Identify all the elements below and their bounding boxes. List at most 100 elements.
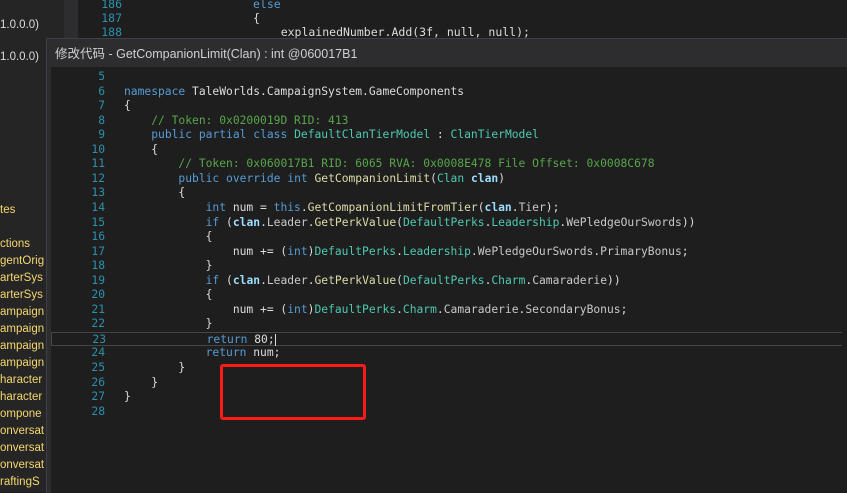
line-number: 26 [91, 375, 105, 389]
tree-item[interactable]: onversat [0, 425, 44, 437]
code-line[interactable]: 17 num += (int)DefaultPerks.Leadership.W… [51, 245, 847, 260]
tree-item[interactable]: gentOrig [0, 255, 44, 267]
line-number: 23 [92, 332, 106, 346]
code-editor[interactable]: 5 6 namespace TaleWorlds.CampaignSystem.Ga… [51, 67, 847, 493]
code-line[interactable]: 5 [51, 70, 847, 85]
code-text: num += (int)DefaultPerks.Leadership.WePl… [124, 244, 689, 258]
line-number: 16 [91, 230, 105, 244]
line-number: 22 [91, 317, 105, 331]
code-line[interactable]: 26 } [51, 376, 847, 391]
code-line[interactable]: 16 { [51, 230, 847, 245]
code-text: public override int GetCompanionLimit(Cl… [178, 171, 505, 185]
edit-code-dialog: 修改代码 - GetCompanionLimit(Clan) : int @06… [46, 38, 847, 493]
code-text: { [124, 142, 159, 156]
editor-scrollbar[interactable] [842, 67, 847, 493]
code-text: { [124, 99, 131, 113]
tree-item[interactable]: 1.0.0.0) [0, 51, 39, 63]
line-number: 17 [91, 244, 105, 258]
code-line[interactable]: 25 } [51, 361, 847, 376]
line-number: 15 [91, 215, 105, 229]
line-number: 186 [101, 0, 122, 11]
code-text: return num; [205, 346, 281, 360]
line-number: 20 [91, 288, 105, 302]
tree-item[interactable]: ampaign [0, 306, 44, 318]
line-number: 188 [101, 25, 122, 39]
line-number: 8 [98, 113, 105, 127]
code-text: } [124, 361, 186, 374]
line-number: 25 [91, 361, 105, 374]
line-number: 13 [91, 186, 105, 200]
code-text: public partial class DefaultClanTierMode… [151, 128, 539, 142]
code-line[interactable]: 6 namespace TaleWorlds.CampaignSystem.Gam… [51, 85, 847, 100]
code-text: return 80; [206, 332, 276, 346]
line-number: 7 [98, 99, 105, 113]
code-line[interactable]: 11 // Token: 0x060017B1 RID: 6065 RVA: 0… [51, 157, 847, 172]
dialog-title: 修改代码 - GetCompanionLimit(Clan) : int @06… [55, 47, 358, 61]
code-line[interactable]: 9 public partial class DefaultClanTierMo… [51, 128, 847, 143]
annotation-highlight-box [220, 364, 366, 420]
code-text: { [124, 186, 186, 200]
code-line[interactable]: 24 return num; [51, 346, 847, 361]
code-text: } [124, 259, 213, 273]
code-text: } [124, 390, 131, 404]
code-text: num += (int)DefaultPerks.Charm.Camarader… [124, 302, 628, 316]
line-number: 21 [91, 302, 105, 316]
tree-item[interactable]: ampaign [0, 323, 44, 335]
code-line[interactable]: 28 [51, 405, 847, 420]
tree-item[interactable]: ompone [0, 408, 42, 420]
tree-item[interactable]: haracter [0, 391, 42, 403]
tree-item[interactable]: ctions [0, 238, 30, 250]
code-line[interactable]: 15 if (clan.Leader.GetPerkValue(DefaultP… [51, 216, 847, 231]
code-text: if (clan.Leader.GetPerkValue(DefaultPerk… [205, 273, 621, 287]
tree-item[interactable]: 1.0.0.0) [0, 19, 39, 31]
code-text: if (clan.Leader.GetPerkValue(DefaultPerk… [205, 215, 696, 229]
tree-item[interactable]: arterSys [0, 289, 43, 301]
code-line[interactable]: 14 int num = this.GetCompanionLimitFromT… [51, 201, 847, 216]
code-text: // Token: 0x0200019D RID: 413 [151, 113, 349, 127]
line-number: 27 [91, 390, 105, 404]
line-number: 12 [91, 171, 105, 185]
code-line[interactable]: 13 { [51, 186, 847, 201]
background-code-editor: 186 else 187 {188 explainedNumber.Add(3f, n… [78, 0, 847, 40]
code-text: } [124, 375, 159, 389]
tree-item[interactable]: arterSys [0, 272, 43, 284]
line-number: 28 [91, 404, 105, 418]
code-text: namespace TaleWorlds.CampaignSystem.Game… [124, 84, 465, 98]
code-line[interactable]: 27} [51, 390, 847, 405]
line-number: 24 [91, 346, 105, 360]
line-number: 9 [98, 128, 105, 142]
code-line[interactable]: 10 { [51, 143, 847, 158]
code-text: // Token: 0x060017B1 RID: 6065 RVA: 0x00… [178, 157, 655, 171]
code-text: explainedNumber.Add(3f, null, null); [253, 25, 530, 39]
tree-item[interactable]: ampaign [0, 340, 44, 352]
code-line[interactable]: 18 } [51, 259, 847, 274]
code-text: else [253, 0, 281, 11]
line-number: 14 [91, 200, 105, 214]
current-code-line[interactable]: 23 return 80; [51, 331, 847, 347]
code-line[interactable]: 19 if (clan.Leader.GetPerkValue(DefaultP… [51, 274, 847, 289]
code-line[interactable]: 22 } [51, 317, 847, 332]
tree-item[interactable]: onversat [0, 442, 44, 454]
tree-item[interactable]: raftingS [0, 476, 40, 488]
code-text: } [124, 317, 213, 331]
code-text: int num = this.GetCompanionLimitFromTier… [205, 200, 560, 214]
code-text: { [124, 288, 213, 302]
line-number: 10 [91, 142, 105, 156]
code-line[interactable]: 20 { [51, 288, 847, 303]
line-number: 187 [101, 11, 122, 25]
code-line[interactable]: 7{ [51, 99, 847, 114]
code-line[interactable]: 21 num += (int)DefaultPerks.Charm.Camara… [51, 303, 847, 318]
line-number: 11 [91, 157, 105, 171]
code-text: { [253, 11, 260, 25]
line-number: 5 [98, 70, 105, 83]
tree-item[interactable]: haracter [0, 374, 42, 386]
tree-item[interactable]: tes [0, 204, 15, 216]
line-number: 19 [91, 273, 105, 287]
code-text: { [124, 230, 213, 244]
code-line[interactable]: 8 // Token: 0x0200019D RID: 413 [51, 114, 847, 129]
line-number: 6 [98, 84, 105, 98]
tree-item[interactable]: onversat [0, 459, 44, 471]
line-number: 18 [91, 259, 105, 273]
tree-item[interactable]: ampaign [0, 357, 44, 369]
code-line[interactable]: 12 public override int GetCompanionLimit… [51, 172, 847, 187]
